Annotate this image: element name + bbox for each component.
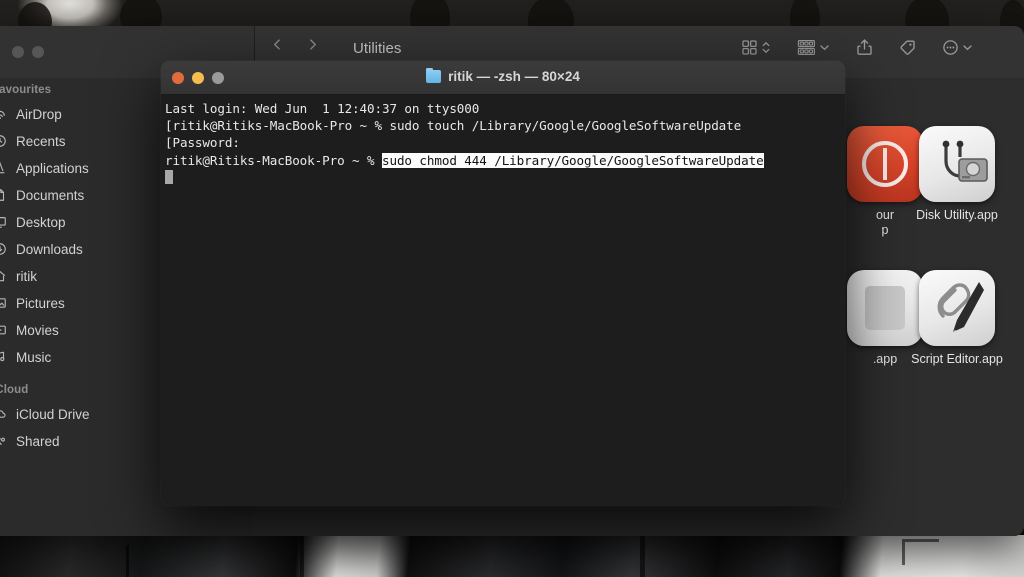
finder-item-disk-utility[interactable]: Disk Utility.app <box>882 126 1024 223</box>
wallpaper-bottom-band <box>0 535 1024 577</box>
clock-icon <box>0 134 7 149</box>
sidebar-item-label: Documents <box>16 187 85 203</box>
terminal-line-cursor <box>165 169 845 186</box>
back-chevron-icon[interactable] <box>271 38 284 56</box>
sidebar-item-label: Music <box>16 349 52 365</box>
sidebar-item-label: Shared <box>16 433 60 449</box>
terminal-selected-command[interactable]: sudo chmod 444 /Library/Google/GoogleSof… <box>381 152 764 168</box>
script-editor-icon <box>919 270 995 346</box>
finder-minimize-button[interactable] <box>32 46 44 58</box>
shared-folder-icon <box>0 434 7 449</box>
sidebar-item-label: AirDrop <box>16 106 62 122</box>
folder-icon <box>426 67 442 83</box>
documents-icon <box>0 188 7 203</box>
more-chevron-icon <box>963 44 972 50</box>
sidebar-item-label: iCloud Drive <box>16 406 90 422</box>
terminal-line-last-login: Last login: Wed Jun 1 12:40:37 on ttys00… <box>165 101 480 116</box>
finder-item-script-editor[interactable]: Script Editor.app <box>882 270 1024 367</box>
desktop-icon <box>0 215 7 230</box>
sidebar-item-label: Applications <box>16 160 89 176</box>
disk-utility-icon <box>919 126 995 202</box>
desktop-screen: Favourites AirDrop Recents Applications … <box>0 0 1024 577</box>
terminal-window[interactable]: ritik — -zsh — 80×24 Last login: Wed Jun… <box>161 61 845 506</box>
terminal-cursor <box>165 169 173 184</box>
sidebar-item-label: Recents <box>16 133 66 149</box>
sidebar-item-label: Desktop <box>16 214 66 230</box>
terminal-prompt: ritik@Ritiks-MacBook-Pro ~ % <box>165 152 382 168</box>
group-chevron-icon <box>820 44 829 50</box>
terminal-line-command-2: ritik@Ritiks-MacBook-Pro ~ % sudo chmod … <box>165 152 845 169</box>
more-actions-icon[interactable] <box>929 39 986 56</box>
terminal-title: ritik — -zsh — 80×24 <box>161 67 845 84</box>
forward-chevron-icon[interactable] <box>306 38 319 56</box>
group-by-icon[interactable] <box>784 39 843 56</box>
music-icon <box>0 350 7 365</box>
share-icon[interactable] <box>843 38 886 56</box>
airdrop-icon <box>0 107 7 122</box>
downloads-icon <box>0 242 7 257</box>
icloud-icon <box>0 407 7 422</box>
finder-nav-buttons[interactable] <box>271 38 319 56</box>
finder-close-button[interactable] <box>12 46 24 58</box>
finder-window-title: Utilities <box>353 40 402 57</box>
tag-icon[interactable] <box>886 39 929 56</box>
applications-icon <box>0 161 7 176</box>
finder-item-label: Disk Utility.app <box>916 208 998 222</box>
finder-traffic-lights[interactable] <box>12 46 44 58</box>
sidebar-item-label: Pictures <box>16 295 65 311</box>
sidebar-item-label: Movies <box>16 322 59 338</box>
sidebar-item-label: Downloads <box>16 241 83 257</box>
terminal-body[interactable]: Last login: Wed Jun 1 12:40:37 on ttys00… <box>161 95 845 506</box>
finder-item-label: Script Editor.app <box>911 352 1003 366</box>
terminal-line-command-1: [ritik@Ritiks-MacBook-Pro ~ % sudo touch… <box>165 118 742 134</box>
terminal-line-password-prompt: [Password: <box>165 135 240 151</box>
terminal-titlebar[interactable]: ritik — -zsh — 80×24 <box>161 61 845 95</box>
icon-view-icon[interactable] <box>728 39 784 56</box>
view-arrange-chevron-icon <box>762 41 770 53</box>
movies-icon <box>0 323 7 338</box>
finder-toolbar-icons <box>728 38 986 56</box>
terminal-title-text: ritik — -zsh — 80×24 <box>448 69 580 84</box>
home-icon <box>0 269 7 284</box>
sidebar-item-label: ritik <box>16 268 37 284</box>
pictures-icon <box>0 296 7 311</box>
